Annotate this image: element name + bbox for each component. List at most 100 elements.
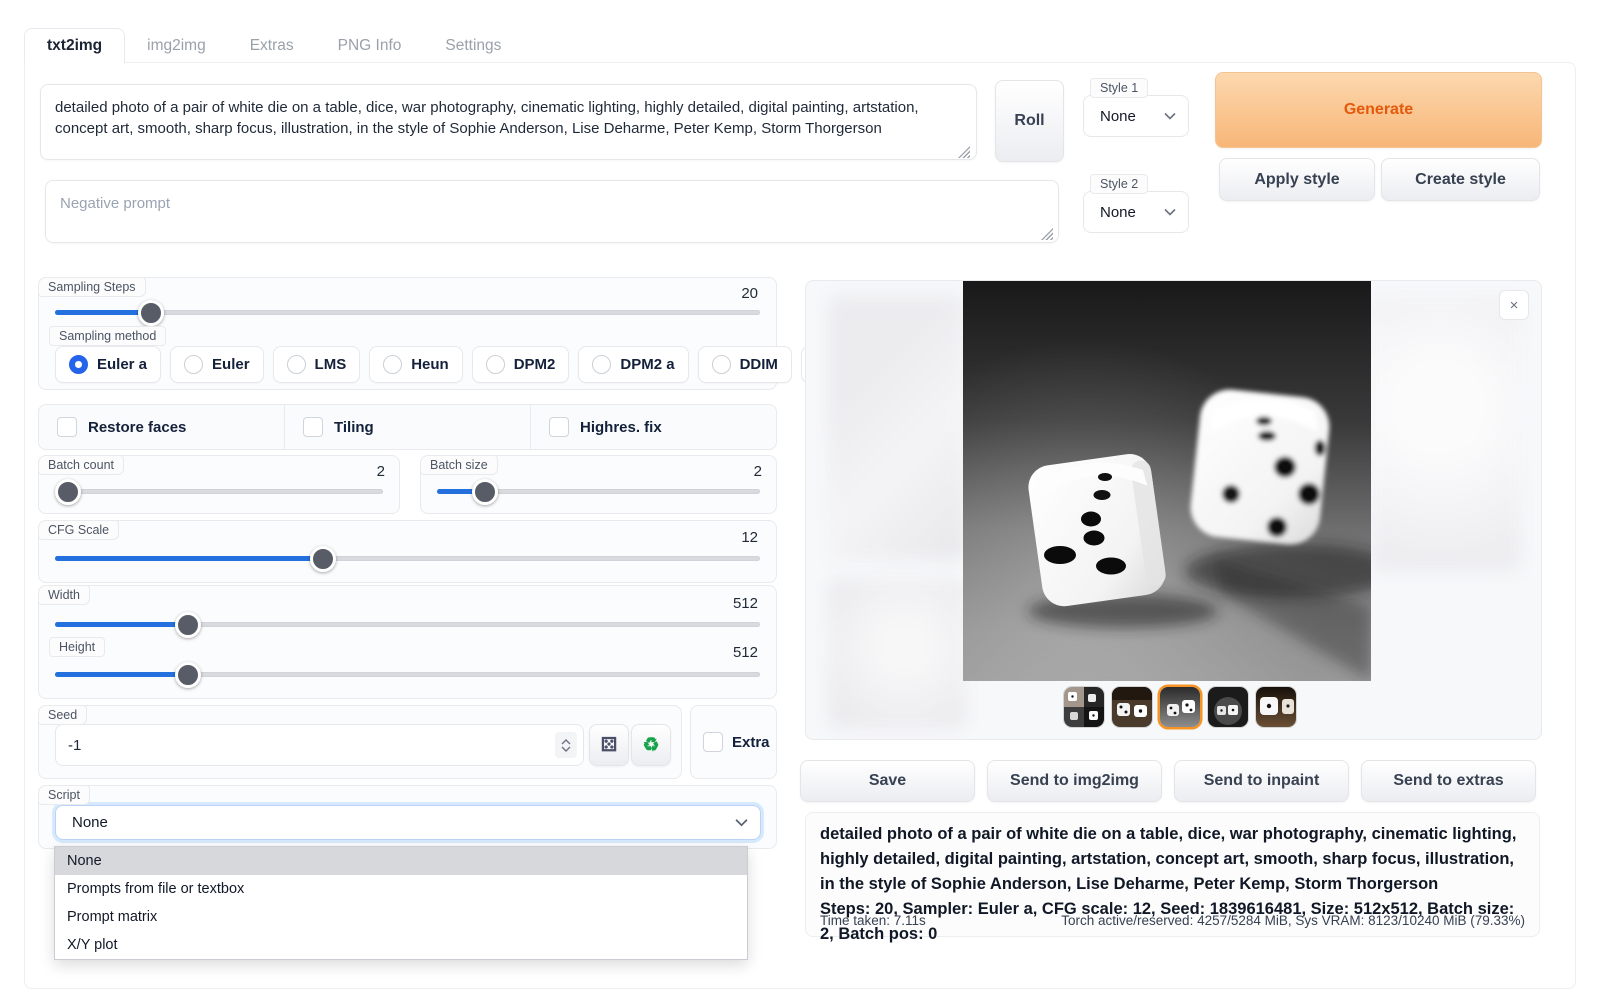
width-label: Width [38,585,90,605]
sampling-panel: Sampling Steps 20 Sampling method Euler … [38,277,777,390]
sampler-dpm2a[interactable]: DPM2 a [578,346,688,383]
generate-button[interactable]: Generate [1215,72,1542,148]
vram-stats-text: Torch active/reserved: 4257/5284 MiB, Sy… [1061,913,1525,928]
ghost-preview [828,295,966,560]
slider-handle[interactable] [472,479,498,505]
cfg-scale-slider[interactable] [55,556,760,561]
script-label: Script [38,785,90,805]
close-icon: × [1510,297,1519,314]
slider-handle[interactable] [175,612,201,638]
script-panel: Script None [38,785,777,849]
script-select[interactable]: None [55,805,761,840]
sampling-steps-label: Sampling Steps [38,277,146,297]
tab-extras[interactable]: Extras [228,29,316,63]
style2-label: Style 2 [1090,174,1148,194]
batch-count-slider[interactable] [55,489,383,494]
result-gallery: × [805,280,1542,740]
height-slider[interactable] [55,672,760,677]
extra-checkbox[interactable]: Extra [703,732,770,752]
seed-label: Seed [38,705,87,725]
checkbox-icon [549,417,569,437]
seed-input[interactable] [56,737,555,754]
checkbox-icon [57,417,77,437]
gallery-thumbnail-5[interactable] [1256,687,1296,727]
roll-button[interactable]: Roll [995,80,1064,162]
send-to-img2img-button[interactable]: Send to img2img [987,760,1162,802]
cfg-scale-label: CFG Scale [38,520,119,540]
batch-count-panel: Batch count 2 [38,455,400,514]
width-slider[interactable] [55,622,760,627]
reuse-seed-button[interactable]: ♻ [631,724,671,766]
gallery-thumbnail-3-selected[interactable] [1160,687,1200,727]
output-meta-row: Time taken: 7.11s Torch active/reserved:… [820,913,1525,928]
sampler-lms[interactable]: LMS [273,346,361,383]
gallery-thumbnail-4[interactable] [1208,687,1248,727]
output-prompt-text: detailed photo of a pair of white die on… [820,822,1525,897]
highres-fix-checkbox[interactable]: Highres. fix [531,405,776,449]
seed-stepper[interactable] [555,732,577,758]
gallery-thumbnail-1[interactable] [1064,687,1104,727]
style1-select[interactable]: None [1083,95,1189,137]
sampling-steps-slider[interactable] [55,310,760,315]
batch-size-value: 2 [754,463,762,480]
prompt-input[interactable]: detailed photo of a pair of white die on… [40,84,977,160]
radio-icon [383,355,402,374]
sampling-steps-value: 20 [741,285,758,302]
batch-count-value: 2 [377,463,385,480]
slider-handle[interactable] [138,300,164,326]
send-to-extras-button[interactable]: Send to extras [1361,760,1536,802]
tab-txt2img[interactable]: txt2img [24,28,125,64]
tab-img2img[interactable]: img2img [125,29,228,63]
save-button[interactable]: Save [800,760,975,802]
cfg-scale-value: 12 [741,529,758,546]
tab-png-info[interactable]: PNG Info [316,29,424,63]
dice-icon: ⚄ [601,734,618,757]
sampler-dpm2[interactable]: DPM2 [472,346,570,383]
radio-icon [592,355,611,374]
slider-handle[interactable] [175,662,201,688]
generated-image[interactable] [963,281,1371,681]
options-row: Restore faces Tiling Highres. fix [38,404,777,450]
slider-handle[interactable] [310,546,336,572]
gallery-thumbnail-2[interactable] [1112,687,1152,727]
script-option-none[interactable]: None [55,847,747,875]
style2-select[interactable]: None [1083,191,1189,233]
send-to-inpaint-button[interactable]: Send to inpaint [1174,760,1349,802]
ghost-preview [1371,297,1521,572]
tab-settings[interactable]: Settings [423,29,523,63]
tiling-checkbox[interactable]: Tiling [285,405,531,449]
seed-field-wrap [55,724,584,766]
sampler-euler[interactable]: Euler [170,346,264,383]
slider-handle[interactable] [55,479,81,505]
slider-fill [55,672,188,677]
random-seed-button[interactable]: ⚄ [589,724,629,766]
script-dropdown-menu: None Prompts from file or textbox Prompt… [54,846,748,960]
batch-size-slider[interactable] [437,489,760,494]
apply-style-button[interactable]: Apply style [1219,158,1375,201]
restore-faces-checkbox[interactable]: Restore faces [39,405,285,449]
generation-info-panel: detailed photo of a pair of white die on… [805,812,1540,937]
height-value: 512 [733,644,758,661]
radio-icon [486,355,505,374]
sampler-euler-a[interactable]: Euler a [55,346,161,383]
slider-fill [55,622,188,627]
chevron-up-icon [561,739,571,745]
dimensions-panel: Width 512 Height 512 [38,585,777,699]
negative-prompt-input[interactable] [45,180,1059,243]
chevron-down-icon [1164,208,1176,216]
script-option-xy-plot[interactable]: X/Y plot [55,931,747,959]
script-value: None [72,814,108,831]
close-image-button[interactable]: × [1499,290,1529,320]
sampler-heun[interactable]: Heun [369,346,463,383]
style1-value: None [1100,108,1136,125]
batch-size-panel: Batch size 2 [420,455,777,514]
script-option-prompts-from-file[interactable]: Prompts from file or textbox [55,875,747,903]
slider-fill [55,556,323,561]
create-style-button[interactable]: Create style [1381,158,1540,201]
style2-value: None [1100,204,1136,221]
script-option-prompt-matrix[interactable]: Prompt matrix [55,903,747,931]
sampling-method-label: Sampling method [49,326,166,346]
extra-panel: Extra [690,705,777,779]
sampler-ddim[interactable]: DDIM [698,346,792,383]
tab-bar: txt2img img2img Extras PNG Info Settings [24,27,1576,63]
